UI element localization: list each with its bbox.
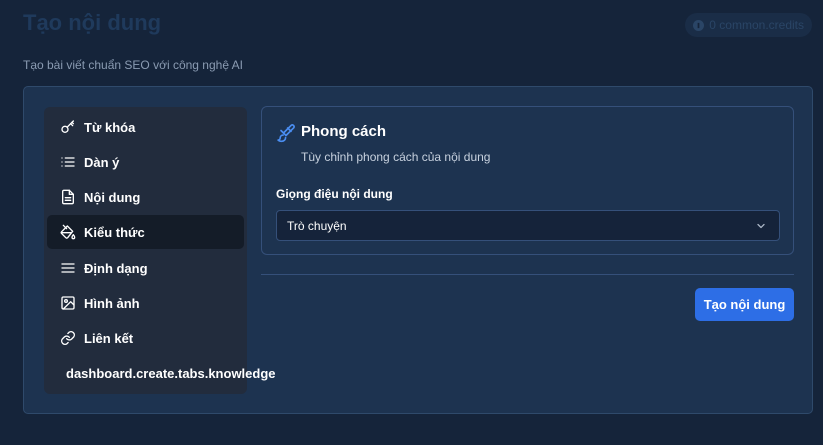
sidebar-item-label: Dàn ý — [84, 154, 120, 170]
link-icon — [60, 330, 76, 346]
sidebar-item-images[interactable]: Hình ảnh — [47, 286, 244, 320]
sidebar: Từ khóa Dàn ý Nội dung Kiểu thức Định dạ… — [44, 107, 276, 394]
image-icon — [60, 295, 76, 311]
credits-badge: 0 common.credits — [685, 13, 812, 37]
panel-description: Tùy chỉnh phong cách của nội dung — [301, 150, 491, 164]
tone-select[interactable]: Trò chuyện — [276, 210, 780, 241]
sidebar-item-content[interactable]: Nội dung — [47, 180, 244, 214]
page-title: Tạo nội dung — [23, 10, 162, 35]
style-panel: Phong cách Tùy chỉnh phong cách của nội … — [261, 106, 794, 255]
sidebar-item-outline[interactable]: Dàn ý — [47, 145, 244, 179]
tone-select-value: Trò chuyện — [287, 218, 347, 233]
paint-bucket-icon — [60, 224, 76, 240]
key-icon — [60, 119, 76, 135]
sidebar-item-label: Kiểu thức — [84, 224, 145, 240]
credits-text: 0 common.credits — [709, 18, 804, 32]
align-icon — [60, 260, 76, 276]
coin-icon — [693, 19, 705, 31]
sidebar-item-label: Từ khóa — [84, 119, 136, 135]
sidebar-item-label: Nội dung — [84, 189, 141, 205]
sidebar-item-label: Liên kết — [84, 330, 134, 346]
chevron-down-icon — [755, 220, 767, 232]
list-icon — [60, 154, 76, 170]
panel-title: Phong cách — [301, 123, 387, 140]
sidebar-item-style[interactable]: Kiểu thức — [47, 215, 244, 249]
paintbrush-icon — [276, 123, 296, 143]
sidebar-item-label: dashboard.create.tabs.knowledge — [66, 365, 276, 381]
content-card: Từ khóa Dàn ý Nội dung Kiểu thức Định dạ… — [23, 86, 813, 414]
divider — [261, 274, 794, 275]
create-content-button[interactable]: Tạo nội dung — [695, 288, 794, 321]
page-subtitle: Tạo bài viết chuẩn SEO với công nghệ AI — [23, 58, 244, 72]
sidebar-item-knowledge[interactable]: dashboard.create.tabs.knowledge — [47, 356, 276, 390]
sidebar-item-format[interactable]: Định dạng — [47, 251, 244, 285]
sidebar-item-links[interactable]: Liên kết — [47, 321, 244, 355]
sidebar-item-label: Hình ảnh — [84, 295, 140, 311]
tone-label: Giọng điệu nội dung — [276, 187, 393, 201]
sidebar-item-keywords[interactable]: Từ khóa — [47, 110, 244, 144]
document-icon — [60, 189, 76, 205]
sidebar-item-label: Định dạng — [84, 260, 148, 276]
